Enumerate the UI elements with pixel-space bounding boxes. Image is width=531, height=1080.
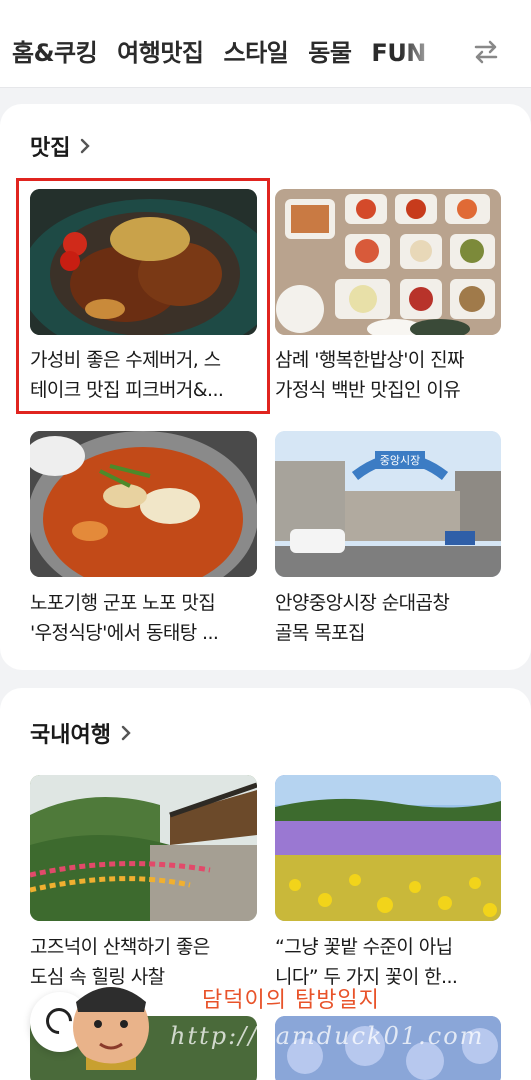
stew-pot-image — [30, 431, 257, 577]
caption-burger-steak[interactable]: 가성비 좋은 수제버거, 스 테이크 맛집 피크버거&... — [30, 345, 262, 405]
caption-pollock-stew[interactable]: 노포기행 군포 노포 맛집 '우정식당'에서 동태탕 ... — [30, 588, 262, 648]
caption-home-meal[interactable]: 삼례 '행복한밥상'이 진짜 가정식 백반 맛집인 이유 — [275, 345, 507, 405]
caption-line: 골목 목포집 — [275, 622, 365, 644]
thumbnail-pollock-stew[interactable] — [30, 431, 257, 577]
top-tab-bar: 홈&쿠킹 여행맛집 스타일 동물 FUN — [0, 0, 531, 88]
food-section-header[interactable]: 맛집 — [30, 130, 94, 162]
market-street-image: 중앙시장 — [275, 431, 501, 577]
tab-animals[interactable]: 동물 — [308, 30, 352, 76]
category-tabs: 홈&쿠킹 여행맛집 스타일 동물 FUN — [12, 30, 452, 76]
caption-line: 테이크 맛집 피크버거&... — [30, 379, 224, 401]
thumbnail-home-meal[interactable] — [275, 189, 501, 335]
travel-section-title: 국내여행 — [30, 723, 111, 748]
caption-line: 가성비 좋은 수제버거, 스 — [30, 349, 221, 371]
tab-style[interactable]: 스타일 — [224, 30, 289, 76]
caption-line: “그냥 꽃밭 수준이 아닙 — [275, 936, 453, 958]
side-dishes-image — [275, 189, 501, 335]
tabs-fade — [400, 30, 460, 76]
watermark-avatar — [73, 987, 149, 1070]
caption-line: 가정식 백반 맛집인 이유 — [275, 379, 461, 401]
travel-section-header[interactable]: 국내여행 — [30, 717, 135, 749]
thumbnail-flower-field[interactable] — [275, 775, 501, 921]
chevron-right-icon — [121, 725, 131, 741]
caption-line: 고즈넉이 산책하기 좋은 — [30, 936, 210, 958]
temple-image — [30, 775, 257, 921]
chevron-right-icon — [81, 138, 91, 154]
caption-line: 안양중앙시장 순대곱창 — [275, 592, 450, 614]
caption-market[interactable]: 안양중앙시장 순대곱창 골목 목포집 — [275, 588, 507, 648]
market-sign-text: 중앙시장 — [380, 454, 420, 467]
watermark-title: 담덕이의 탐방일지 — [202, 988, 380, 1013]
caption-line: 노포기행 군포 노포 맛집 — [30, 592, 216, 614]
tab-travel-food[interactable]: 여행맛집 — [117, 30, 204, 76]
watermark-url: http://damduck01.com — [170, 1022, 485, 1050]
flower-field-image — [275, 775, 501, 921]
thumbnail-temple[interactable] — [30, 775, 257, 921]
caption-line: '우정식당'에서 동태탕 ... — [30, 622, 219, 644]
food-section-title: 맛집 — [30, 136, 71, 161]
swap-arrows-icon[interactable] — [470, 36, 502, 68]
tab-home-cooking[interactable]: 홈&쿠킹 — [12, 30, 98, 76]
thumbnail-market[interactable]: 중앙시장 — [275, 431, 501, 577]
caption-line: 삼례 '행복한밥상'이 진짜 — [275, 349, 465, 371]
